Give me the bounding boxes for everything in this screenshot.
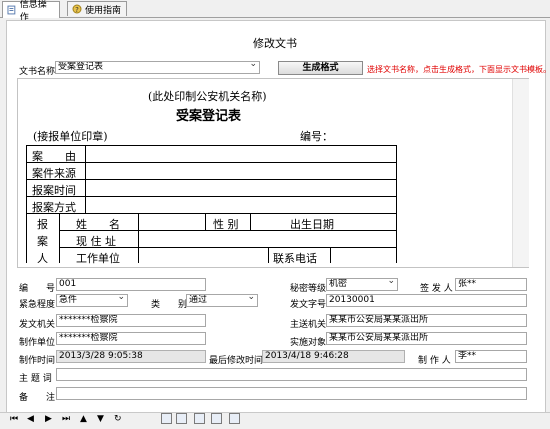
urgency-label: 紧急程度 bbox=[19, 300, 56, 310]
table-line bbox=[138, 213, 139, 263]
reporter-name-label: 姓 名 bbox=[76, 218, 120, 231]
row-label-report-time: 报案时间 bbox=[32, 184, 76, 197]
reporter-address-label: 现 住 址 bbox=[76, 235, 116, 248]
modified-time-field: 2013/4/18 9:46:28 bbox=[262, 350, 405, 363]
secrecy-value: 机密 bbox=[329, 279, 348, 289]
urgency-value: 急件 bbox=[59, 295, 78, 305]
refresh-icon[interactable]: ↻ bbox=[114, 414, 122, 424]
made-time-field: 2013/3/28 9:05:38 bbox=[56, 350, 206, 363]
table-line bbox=[26, 179, 396, 180]
first-record-icon[interactable]: ⏮ bbox=[10, 414, 18, 424]
table-line bbox=[268, 247, 269, 263]
issuing-org-label: 发文机关 bbox=[19, 320, 56, 330]
document-edit-icon bbox=[7, 5, 16, 15]
table-line bbox=[59, 213, 60, 263]
category-label: 类 别 bbox=[151, 300, 188, 310]
doc-name-label: 文书名称 bbox=[19, 67, 56, 77]
page-title: 修改文书 bbox=[253, 37, 297, 50]
doc-name-value: 受案登记表 bbox=[58, 62, 104, 72]
table-line bbox=[396, 145, 397, 263]
table-line bbox=[26, 196, 396, 197]
main-recipient-label: 主送机关 bbox=[290, 320, 327, 330]
making-unit-label: 制作单位 bbox=[19, 338, 56, 348]
subject-label: 主 题 词 bbox=[19, 374, 52, 384]
export-icon[interactable] bbox=[211, 413, 222, 424]
form-title: 受案登记表 bbox=[176, 109, 242, 124]
maker-input[interactable]: 李** bbox=[455, 350, 527, 363]
zoom-icon[interactable] bbox=[194, 413, 205, 424]
print-preview-icon[interactable] bbox=[176, 413, 187, 424]
urgency-select[interactable]: 急件 bbox=[56, 294, 128, 307]
preview-scrollbar[interactable] bbox=[512, 79, 529, 267]
number-label: 编 号 bbox=[19, 284, 56, 294]
reporter-side-label: 案 bbox=[37, 235, 48, 248]
move-down-icon[interactable]: ▼ bbox=[97, 414, 104, 424]
previous-record-icon[interactable]: ◀ bbox=[27, 414, 34, 424]
table-line bbox=[26, 145, 396, 146]
modified-time-label: 最后修改时间 bbox=[209, 356, 264, 366]
number-input[interactable]: 001 bbox=[56, 278, 206, 291]
stamp-note: (接报单位印章) bbox=[33, 130, 108, 143]
reporter-side-label: 人 bbox=[37, 252, 48, 265]
category-value: 通过 bbox=[189, 295, 208, 305]
last-record-icon[interactable]: ⏭ bbox=[62, 414, 70, 424]
table-line bbox=[205, 213, 206, 230]
doc-name-select[interactable]: 受案登记表 bbox=[55, 61, 260, 74]
reporter-side-label: 报 bbox=[37, 218, 48, 231]
subject-input[interactable] bbox=[56, 368, 527, 381]
target-label: 实施对象 bbox=[290, 338, 327, 348]
secrecy-label: 秘密等级 bbox=[290, 284, 327, 294]
table-line bbox=[250, 213, 251, 230]
table-line bbox=[330, 247, 331, 263]
remark-input[interactable] bbox=[56, 387, 527, 400]
table-line bbox=[26, 145, 27, 263]
org-placeholder: (此处印制公安机关名称) bbox=[148, 90, 267, 103]
target-input[interactable]: 某某市公安局某某派出所 bbox=[326, 332, 527, 345]
made-time-label: 制作时间 bbox=[19, 356, 56, 366]
row-label-case-reason: 案 由 bbox=[32, 150, 76, 163]
generate-format-button[interactable]: 生成格式 bbox=[278, 61, 363, 75]
row-label-report-method: 报案方式 bbox=[32, 201, 76, 214]
category-select[interactable]: 通过 bbox=[186, 294, 258, 307]
row-label-case-source: 案件来源 bbox=[32, 167, 76, 180]
reporter-workplace-label: 工作单位 bbox=[76, 252, 120, 265]
tab-info-operation[interactable]: 信息操作 bbox=[2, 0, 60, 23]
making-unit-input[interactable]: *******检察院 bbox=[56, 332, 206, 345]
reporter-birthdate-label: 出生日期 bbox=[290, 218, 334, 231]
signer-label: 签 发 人 bbox=[420, 284, 453, 294]
maker-label: 制 作 人 bbox=[418, 356, 451, 366]
secrecy-select[interactable]: 机密 bbox=[326, 278, 398, 291]
issuing-org-input[interactable]: *******检察院 bbox=[56, 314, 206, 327]
table-line bbox=[26, 213, 396, 214]
reporter-gender-label: 性 别 bbox=[213, 218, 239, 231]
table-line bbox=[26, 162, 396, 163]
number-field-label: 编号： bbox=[300, 130, 333, 143]
remark-label: 备 注 bbox=[19, 393, 56, 403]
next-record-icon[interactable]: ▶ bbox=[45, 414, 52, 424]
tab-usage-guide[interactable]: ? 使用指南 bbox=[67, 1, 127, 16]
doc-code-label: 发文字号 bbox=[290, 300, 327, 310]
close-icon[interactable] bbox=[229, 413, 240, 424]
move-up-icon[interactable]: ▲ bbox=[80, 414, 87, 424]
doc-code-input[interactable]: 20130001 bbox=[326, 294, 527, 307]
hint-text: 选择文书名称，点击生成格式，下面显示文书模板。 bbox=[367, 65, 550, 74]
signer-input[interactable]: 张** bbox=[455, 278, 527, 291]
help-book-icon: ? bbox=[72, 4, 82, 14]
main-recipient-input[interactable]: 某某市公安局某某派出所 bbox=[326, 314, 527, 327]
print-icon[interactable] bbox=[161, 413, 172, 424]
table-line bbox=[85, 145, 86, 213]
tab-label: 使用指南 bbox=[85, 5, 122, 16]
svg-text:?: ? bbox=[75, 6, 79, 14]
reporter-phone-label: 联系电话 bbox=[273, 252, 317, 265]
